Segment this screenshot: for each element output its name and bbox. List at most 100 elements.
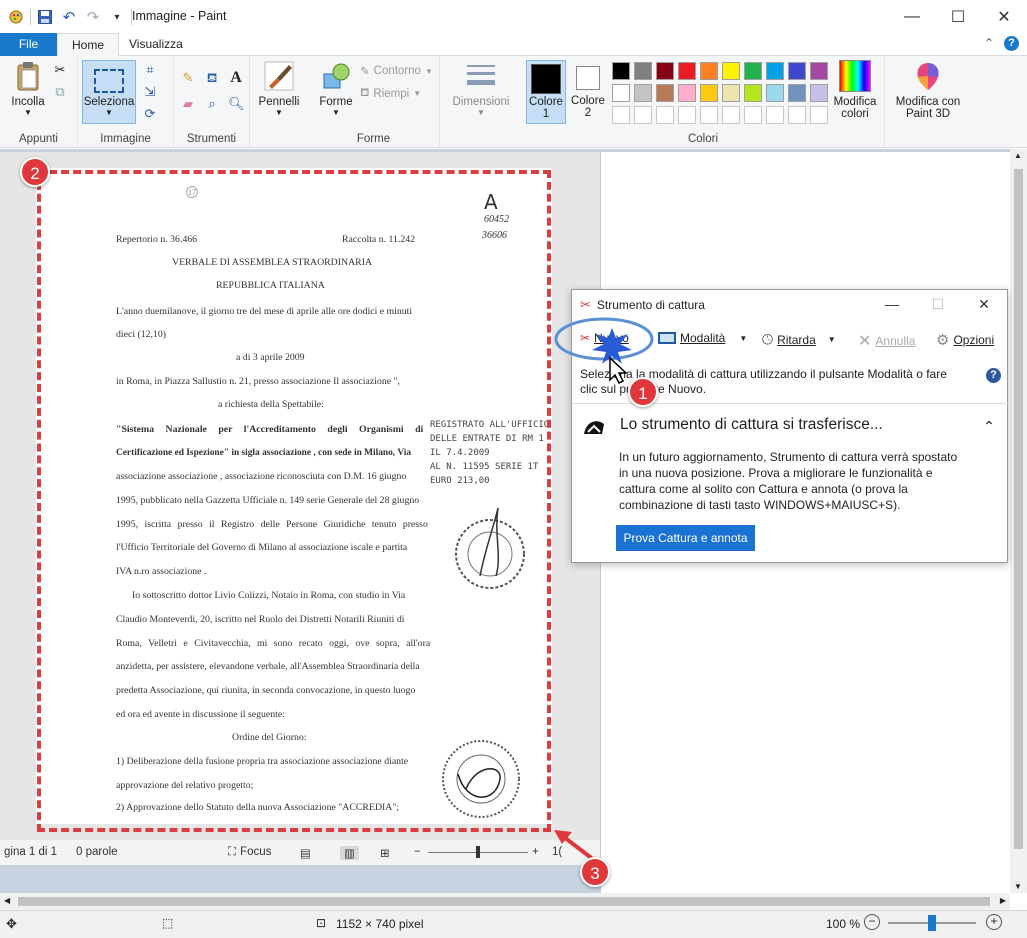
size-label: Dimensioni xyxy=(452,96,510,108)
palette-swatch[interactable] xyxy=(788,84,806,102)
fill-bucket-icon[interactable]: ⛾ xyxy=(204,70,220,86)
palette-empty-swatch[interactable] xyxy=(700,106,718,124)
fill-button[interactable]: ⛾ Riempi ▼ xyxy=(360,86,421,101)
resize-icon[interactable]: ⇲ xyxy=(142,84,158,100)
palette-swatch[interactable] xyxy=(656,62,674,80)
cancel-button[interactable]: ✕ Annulla xyxy=(858,331,915,351)
palette-swatch[interactable] xyxy=(744,84,762,102)
zoom-out-icon[interactable]: − xyxy=(864,914,880,930)
vertical-scrollbar[interactable]: ▲ ▼ xyxy=(1010,149,1027,893)
select-label: Seleziona xyxy=(83,96,135,108)
collapse-ribbon-icon[interactable]: ⌃ xyxy=(984,36,994,51)
paint-app-icon[interactable] xyxy=(6,7,26,27)
palette-swatch[interactable] xyxy=(810,62,828,80)
palette-swatch[interactable] xyxy=(766,62,784,80)
palette-empty-swatch[interactable] xyxy=(612,106,630,124)
rotate-icon[interactable]: ⟳ xyxy=(142,106,158,122)
redo-icon[interactable]: ↷ xyxy=(83,7,103,27)
palette-empty-swatch[interactable] xyxy=(722,106,740,124)
maximize-icon[interactable]: ☐ xyxy=(915,290,961,318)
color2-label-line1: Colore xyxy=(571,95,605,107)
tab-home[interactable]: Home xyxy=(57,33,120,57)
zoom-slider-thumb[interactable] xyxy=(928,915,936,931)
minimize-icon[interactable]: — xyxy=(869,290,915,318)
palette-empty-swatch[interactable] xyxy=(788,106,806,124)
vertical-scroll-thumb[interactable] xyxy=(1014,169,1023,849)
tab-view[interactable]: Visualizza xyxy=(115,33,197,56)
palette-swatch[interactable] xyxy=(656,84,674,102)
palette-swatch[interactable] xyxy=(788,62,806,80)
color2-button[interactable]: Colore 2 xyxy=(568,60,608,124)
brushes-button[interactable]: Pennelli ▼ xyxy=(256,60,302,117)
edit-with-paint3d-button[interactable]: Modifica con Paint 3D xyxy=(889,60,967,120)
palette-swatch[interactable] xyxy=(612,84,630,102)
zoom-in-icon[interactable]: + xyxy=(532,846,539,858)
palette-swatch[interactable] xyxy=(810,84,828,102)
palette-swatch[interactable] xyxy=(634,84,652,102)
snip-title: Strumento di cattura xyxy=(596,298,705,312)
zoom-in-icon[interactable]: + xyxy=(986,914,1002,930)
text-tool-icon[interactable]: A xyxy=(228,70,244,86)
cut-icon[interactable]: ✂ xyxy=(52,62,68,78)
close-icon[interactable]: ✕ xyxy=(961,290,1007,318)
help-icon[interactable]: ? xyxy=(986,368,1001,383)
help-icon[interactable]: ? xyxy=(1004,36,1019,51)
maximize-icon[interactable]: ☐ xyxy=(935,0,981,33)
palette-swatch[interactable] xyxy=(612,62,630,80)
outline-label: Contorno xyxy=(373,65,421,77)
magnifier-icon[interactable]: 🔍︎ xyxy=(228,96,245,112)
palette-swatch[interactable] xyxy=(678,84,696,102)
crop-icon[interactable]: ⌗ xyxy=(142,62,158,78)
tab-file[interactable]: File xyxy=(0,33,57,56)
palette-swatch[interactable] xyxy=(722,84,740,102)
copy-icon[interactable]: ⧉ xyxy=(52,84,68,100)
edit-colors-button[interactable]: Modifica colori xyxy=(828,60,882,120)
eraser-icon[interactable]: ▰ xyxy=(180,96,196,112)
palette-empty-swatch[interactable] xyxy=(656,106,674,124)
size-button[interactable]: Dimensioni ▼ xyxy=(450,60,512,117)
options-button[interactable]: ⚙ Opzioni xyxy=(936,331,994,349)
customize-qat-chevron-icon[interactable]: ▾ xyxy=(107,7,127,27)
horizontal-scroll-thumb[interactable] xyxy=(18,897,990,906)
horizontal-scrollbar[interactable]: ◀ ▶ xyxy=(0,893,1010,910)
outline-button[interactable]: ✎ Contorno ▼ xyxy=(360,64,433,78)
color-picker-icon[interactable]: ⌕ xyxy=(204,96,220,112)
palette-empty-swatch[interactable] xyxy=(766,106,784,124)
palette-swatch[interactable] xyxy=(700,84,718,102)
paste-button[interactable]: Incolla ▼ xyxy=(6,60,50,117)
scroll-up-icon[interactable]: ▲ xyxy=(1014,151,1022,160)
palette-swatch[interactable] xyxy=(722,62,740,80)
palette-swatch[interactable] xyxy=(744,62,762,80)
palette-swatch[interactable] xyxy=(634,62,652,80)
print-layout-icon[interactable]: ▥ xyxy=(340,846,359,860)
minimize-icon[interactable]: — xyxy=(889,0,935,33)
scroll-right-icon[interactable]: ▶ xyxy=(1000,896,1006,905)
try-snip-sketch-button[interactable]: Prova Cattura e annota xyxy=(616,525,755,551)
read-mode-icon[interactable]: ▤ xyxy=(300,846,311,860)
palette-empty-swatch[interactable] xyxy=(810,106,828,124)
scroll-left-icon[interactable]: ◀ xyxy=(4,896,10,905)
delay-button[interactable]: 🕓︎ Ritarda ▼ xyxy=(762,331,836,348)
palette-swatch[interactable] xyxy=(700,62,718,80)
web-layout-icon[interactable]: ⊞ xyxy=(380,846,390,860)
pencil-icon[interactable]: ✎ xyxy=(180,70,196,86)
save-icon[interactable] xyxy=(35,7,55,27)
undo-icon[interactable]: ↶ xyxy=(59,7,79,27)
zoom-slider-thumb[interactable] xyxy=(476,846,480,858)
shapes-button[interactable]: Forme ▼ xyxy=(314,60,358,117)
collapse-banner-icon[interactable]: ⌃ xyxy=(983,418,995,435)
mode-button[interactable]: Modalità ▼ xyxy=(658,331,747,345)
palette-empty-swatch[interactable] xyxy=(678,106,696,124)
palette-empty-swatch[interactable] xyxy=(634,106,652,124)
palette-swatch[interactable] xyxy=(766,84,784,102)
close-icon[interactable]: ✕ xyxy=(981,0,1027,33)
palette-swatch[interactable] xyxy=(678,62,696,80)
select-button[interactable]: Seleziona ▼ xyxy=(82,60,136,124)
outline-icon: ✎ xyxy=(360,66,370,78)
focus-button[interactable]: ⛶ Focus xyxy=(228,846,271,859)
zoom-out-icon[interactable]: − xyxy=(414,846,421,858)
image-group-label: Immagine xyxy=(100,133,151,145)
palette-empty-swatch[interactable] xyxy=(744,106,762,124)
color1-button[interactable]: Colore 1 xyxy=(526,60,566,124)
scroll-down-icon[interactable]: ▼ xyxy=(1014,882,1022,891)
